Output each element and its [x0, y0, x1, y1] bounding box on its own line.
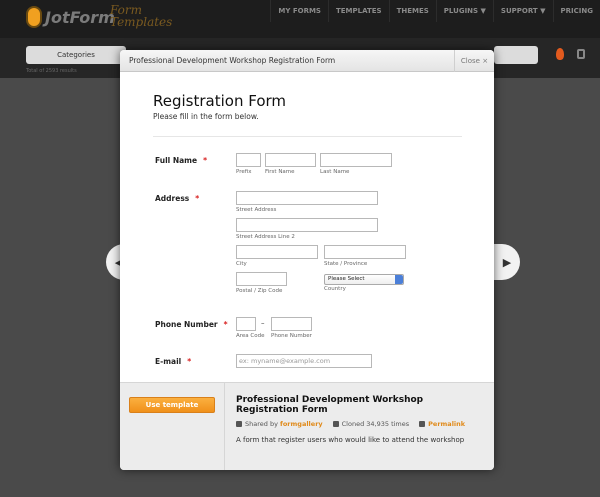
- required-mark: *: [223, 320, 228, 329]
- template-actions: Use template: [120, 383, 225, 470]
- results-count: Total of 2593 results: [26, 68, 77, 74]
- street-address-sublabel: Street Address: [236, 207, 277, 213]
- category-select[interactable]: Categories: [26, 46, 126, 64]
- phone-number-input[interactable]: [271, 317, 312, 331]
- required-mark: *: [203, 156, 208, 165]
- city-sublabel: City: [236, 261, 247, 267]
- email-placeholder: ex: myname@example.com: [239, 357, 331, 365]
- area-code-input[interactable]: [236, 317, 256, 331]
- required-mark: *: [195, 194, 200, 203]
- clone-count: Cloned 34,935 times: [341, 420, 410, 428]
- last-name-sublabel: Last Name: [320, 169, 350, 175]
- template-info-panel: Use template Professional Development Wo…: [120, 382, 494, 470]
- nav-templates[interactable]: TEMPLATES: [327, 0, 389, 22]
- area-code-sublabel: Area Code: [236, 333, 265, 339]
- zip-sublabel: Postal / Zip Code: [236, 288, 283, 294]
- email-input[interactable]: ex: myname@example.com: [236, 354, 372, 368]
- top-navigation-bar: JotForm Form Templates MY FORMS TEMPLATE…: [0, 0, 600, 38]
- state-sublabel: State / Province: [324, 261, 368, 267]
- street-address-2-sublabel: Street Address Line 2: [236, 234, 295, 240]
- full-name-label: Full Name *: [155, 156, 208, 165]
- jotform-logo[interactable]: JotForm: [26, 6, 115, 28]
- nav-themes[interactable]: THEMES: [388, 0, 436, 22]
- form-templates-wordmark: Form Templates: [110, 3, 173, 29]
- phone-dash: –: [261, 319, 265, 327]
- permalink-link[interactable]: Permalink: [428, 420, 465, 428]
- phone-number-sublabel: Phone Number: [271, 333, 312, 339]
- form-title: Registration Form: [153, 92, 287, 110]
- nav-support[interactable]: SUPPORT ▼: [492, 0, 553, 22]
- user-icon: [236, 421, 242, 427]
- prefix-sublabel: Prefix: [236, 169, 252, 175]
- popular-fire-icon[interactable]: [556, 48, 564, 60]
- address-label: Address *: [155, 194, 200, 203]
- template-description: A form that register users who would lik…: [236, 436, 465, 444]
- phone-label: Phone Number *: [155, 320, 228, 329]
- use-template-button[interactable]: Use template: [129, 397, 215, 413]
- modal-header: Professional Development Workshop Regist…: [120, 50, 494, 72]
- first-name-input[interactable]: [265, 153, 316, 167]
- country-sublabel: Country: [324, 286, 346, 292]
- select-arrow-icon: [395, 275, 403, 284]
- divider: [153, 136, 462, 137]
- email-label: E-mail *: [155, 357, 192, 366]
- street-address-2-input[interactable]: [236, 218, 378, 232]
- author-link[interactable]: formgallery: [280, 420, 323, 428]
- state-input[interactable]: [324, 245, 406, 259]
- next-template-button[interactable]: ▶: [494, 244, 520, 280]
- street-address-input[interactable]: [236, 191, 378, 205]
- template-meta: Shared by formgallery Cloned 34,935 time…: [236, 420, 475, 428]
- clone-icon: [332, 421, 339, 427]
- nav-plugins[interactable]: PLUGINS ▼: [435, 0, 493, 22]
- link-icon: [419, 421, 426, 427]
- nav-pricing[interactable]: PRICING: [552, 0, 600, 22]
- search-input[interactable]: [494, 46, 538, 64]
- prefix-input[interactable]: [236, 153, 261, 167]
- chevron-right-icon: ▶: [502, 255, 512, 269]
- form-preview: Registration Form Please fill in the for…: [120, 72, 494, 382]
- logo-icon: [26, 6, 42, 28]
- main-nav: MY FORMS TEMPLATES THEMES PLUGINS ▼ SUPP…: [270, 0, 600, 22]
- logo-text: JotForm: [45, 7, 115, 27]
- country-select[interactable]: Please Select: [324, 274, 404, 285]
- template-title: Professional Development Workshop Regist…: [236, 395, 424, 415]
- first-name-sublabel: First Name: [265, 169, 295, 175]
- city-input[interactable]: [236, 245, 318, 259]
- zip-input[interactable]: [236, 272, 287, 286]
- nav-my-forms[interactable]: MY FORMS: [270, 0, 328, 22]
- required-mark: *: [187, 357, 192, 366]
- modal-title: Professional Development Workshop Regist…: [129, 56, 336, 65]
- popout-icon[interactable]: [577, 49, 585, 59]
- form-subtitle: Please fill in the form below.: [153, 112, 259, 121]
- template-preview-modal: Professional Development Workshop Regist…: [120, 50, 494, 470]
- close-button[interactable]: Close ×: [454, 50, 494, 72]
- last-name-input[interactable]: [320, 153, 392, 167]
